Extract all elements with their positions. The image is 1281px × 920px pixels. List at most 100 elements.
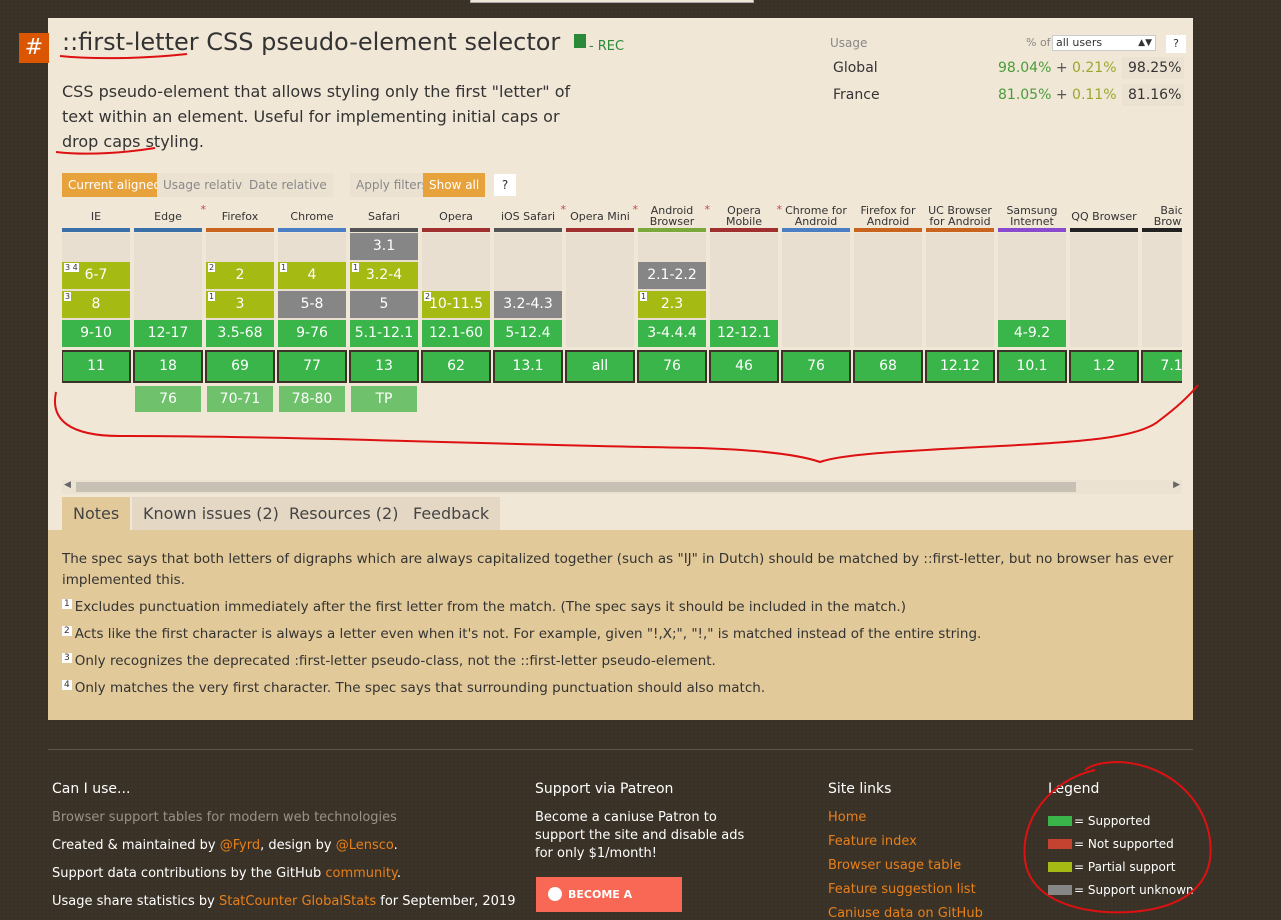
scrollbar-thumb[interactable]: [76, 482, 1076, 492]
version-cell[interactable]: 3 4 6-7: [62, 262, 130, 289]
usage-relative-button[interactable]: Usage relative: [157, 173, 256, 197]
note-marker: 3: [64, 292, 72, 301]
future-version-cell[interactable]: 76: [135, 386, 201, 412]
version-label: 2: [235, 267, 245, 283]
version-cell[interactable]: 5-8: [278, 291, 346, 318]
site-link-item: Feature suggestion list: [828, 881, 983, 905]
filters-help-button[interactable]: ?: [494, 174, 516, 196]
version-cell[interactable]: 12.1-60: [422, 320, 490, 347]
future-version-cell[interactable]: 78-80: [279, 386, 345, 412]
version-cell[interactable]: 4-9.2: [998, 320, 1066, 347]
community-link[interactable]: community: [325, 866, 396, 881]
version-cell[interactable]: 5: [350, 291, 418, 318]
site-link[interactable]: Home: [828, 810, 866, 825]
legend-swatch: [1048, 838, 1072, 849]
permalink-hash[interactable]: #: [19, 33, 49, 63]
version-cell[interactable]: 12-17: [134, 320, 202, 347]
empty-cells-background: [566, 233, 634, 347]
future-version-cell[interactable]: 70-71: [207, 386, 273, 412]
feature-description: CSS pseudo-element that allows styling o…: [62, 82, 571, 151]
fyrd-link[interactable]: @Fyrd: [220, 838, 260, 853]
current-version-cell[interactable]: 62: [421, 350, 491, 383]
version-cell[interactable]: 1 2.3: [638, 291, 706, 318]
notes-panel: The spec says that both letters of digra…: [48, 530, 1193, 720]
version-cell[interactable]: 14: [278, 262, 346, 289]
note-item: 3 Only recognizes the deprecated :first-l…: [62, 651, 1179, 672]
current-version-cell[interactable]: 10.1: [997, 350, 1067, 383]
usage-scope-select[interactable]: all users ▲▼: [1052, 35, 1156, 51]
version-cell[interactable]: 1 3.2-4: [350, 262, 418, 289]
version-cell[interactable]: 3.2-4.3: [494, 291, 562, 318]
tab-resources[interactable]: Resources (2): [278, 497, 410, 531]
usage-plus: +: [1055, 87, 1068, 103]
version-cell[interactable]: 12-12.1: [710, 320, 778, 347]
version-cell[interactable]: 3-4.4.4: [638, 320, 706, 347]
current-version-cell[interactable]: 12.12: [925, 350, 995, 383]
tab-notes[interactable]: Notes: [62, 497, 131, 531]
site-links-title: Site links: [828, 781, 892, 797]
version-cell[interactable]: 3.1: [350, 233, 418, 260]
version-label: 4-9.2: [1013, 325, 1051, 341]
note-text: Excludes punctuation immediately after t…: [74, 599, 906, 615]
show-all-button[interactable]: Show all: [423, 173, 486, 197]
current-version-cell[interactable]: 13: [349, 350, 419, 383]
current-version-cell[interactable]: 77: [277, 350, 347, 383]
current-version-cell[interactable]: 13.1: [493, 350, 563, 383]
current-version-cell[interactable]: 18: [133, 350, 203, 383]
site-link[interactable]: Browser usage table: [828, 858, 961, 873]
site-link[interactable]: Caniuse data on GitHub: [828, 906, 983, 920]
current-version-cell[interactable]: 11: [62, 350, 131, 383]
spec-document-icon[interactable]: [573, 34, 586, 48]
version-cell[interactable]: 9-10: [62, 320, 130, 347]
footer-about: Can I use... Browser support tables for …: [52, 781, 515, 920]
statcounter-link[interactable]: StatCounter GlobalStats: [219, 894, 376, 909]
current-version-cell[interactable]: 46: [709, 350, 779, 383]
footer-tagline: Browser support tables for modern web te…: [52, 810, 397, 825]
patreon-icon: [548, 887, 562, 901]
version-cell[interactable]: 22: [206, 262, 274, 289]
version-cell[interactable]: 3.5-68: [206, 320, 274, 347]
apply-filters-button[interactable]: Apply filters: [350, 173, 434, 197]
version-cell[interactable]: 38: [62, 291, 130, 318]
version-cell[interactable]: 2 10-11.5: [422, 291, 490, 318]
future-version-cell[interactable]: TP: [351, 386, 417, 412]
tab-feedback[interactable]: Feedback: [402, 497, 501, 531]
version-cell[interactable]: 5-12.4: [494, 320, 562, 347]
version-cell[interactable]: 2.1-2.2: [638, 262, 706, 289]
current-version-cell[interactable]: 1.2: [1069, 350, 1139, 383]
browser-label: Firefox: [221, 209, 259, 223]
lensco-link[interactable]: @Lensco: [336, 838, 394, 853]
site-link[interactable]: Feature suggestion list: [828, 882, 976, 897]
become-patron-button[interactable]: BECOME A PATRON: [536, 877, 682, 912]
version-cell[interactable]: 9-76: [278, 320, 346, 347]
note-marker: 3 4: [64, 263, 79, 272]
current-version-cell[interactable]: 76: [637, 350, 707, 383]
scroll-right-icon[interactable]: ▶: [1173, 480, 1180, 490]
tab-known-issues[interactable]: Known issues (2): [132, 497, 290, 531]
version-cell[interactable]: 13: [206, 291, 274, 318]
current-version-cell[interactable]: 76: [781, 350, 851, 383]
browser-label: Chrome for Android: [785, 204, 847, 228]
browser-label: IE: [90, 209, 102, 223]
browser-color-bar: [566, 228, 634, 232]
browser-color-bar: [494, 228, 562, 232]
current-version-cell[interactable]: 68: [853, 350, 923, 383]
version-cell[interactable]: 5.1-12.1: [350, 320, 418, 347]
current-aligned-button[interactable]: Current aligned: [62, 173, 168, 197]
version-label: 3: [235, 296, 245, 312]
current-version-cell[interactable]: 7.12: [1141, 350, 1182, 383]
table-scrollbar[interactable]: ◀ ▶: [62, 480, 1182, 494]
current-version-cell[interactable]: 69: [205, 350, 275, 383]
contrib-post: .: [396, 866, 401, 881]
usage-help-button[interactable]: ?: [1166, 35, 1186, 53]
current-version-cell[interactable]: all: [565, 350, 635, 383]
created-post: .: [393, 838, 398, 853]
spec-status[interactable]: - REC: [589, 39, 624, 54]
usage-supported: 81.05%: [998, 87, 1052, 103]
scroll-left-icon[interactable]: ◀: [64, 480, 71, 490]
note-number: 1: [62, 599, 72, 609]
site-link[interactable]: Feature index: [828, 834, 917, 849]
site-link-item: Home: [828, 809, 983, 833]
note-text: Only matches the very first character. T…: [74, 680, 766, 696]
date-relative-button[interactable]: Date relative: [243, 173, 333, 197]
